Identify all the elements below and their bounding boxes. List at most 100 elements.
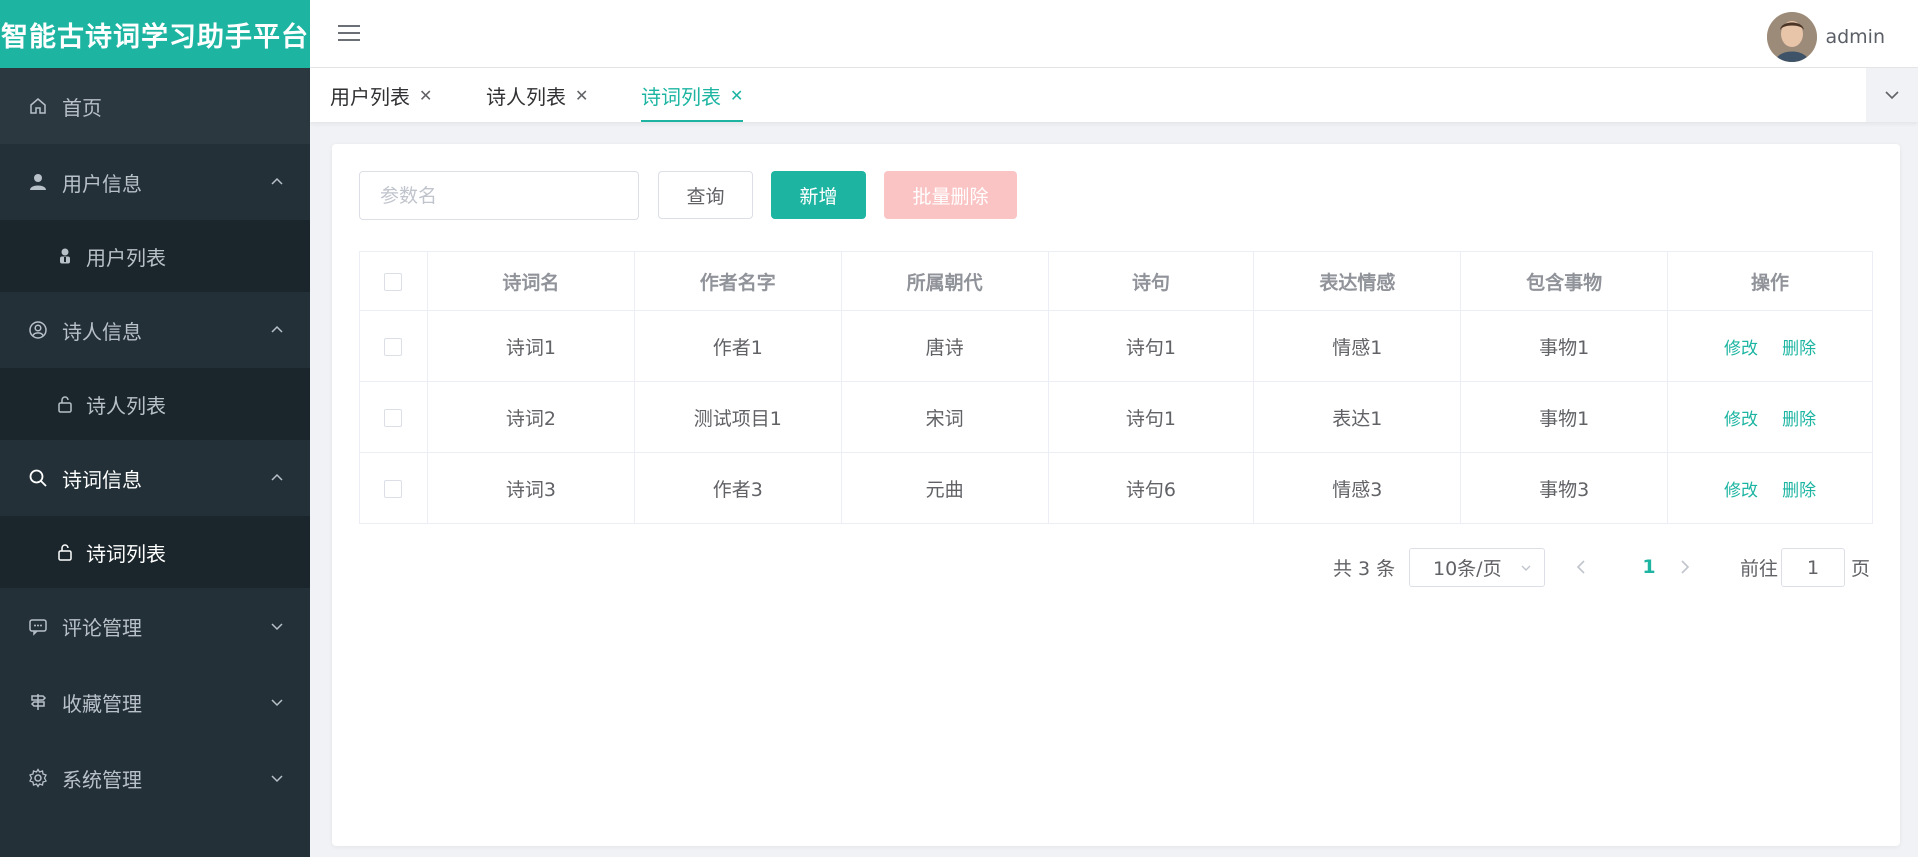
column-header: 包含事物	[1460, 251, 1669, 311]
edit-link[interactable]: 修改	[1724, 339, 1758, 359]
close-icon[interactable]: ✕	[730, 86, 743, 105]
cell-dynasty: 元曲	[840, 452, 1049, 524]
sidebar-group-favorites[interactable]: 收藏管理	[0, 664, 310, 740]
tabs-bar: 用户列表 ✕ 诗人列表 ✕ 诗词列表 ✕	[310, 68, 1918, 122]
sidebar-item-label: 首页	[62, 95, 102, 120]
row-checkbox[interactable]	[384, 479, 403, 498]
sidebar-group-poet[interactable]: 诗人信息	[0, 292, 310, 368]
sidebar-item-poet-list[interactable]: 诗人列表	[0, 368, 310, 440]
cell-poem-name: 诗词2	[426, 381, 635, 453]
cell-verse: 诗句1	[1047, 381, 1255, 453]
home-icon	[27, 95, 49, 117]
delete-link[interactable]: 删除	[1782, 481, 1816, 501]
row-checkbox[interactable]	[384, 408, 403, 427]
search-input[interactable]	[359, 171, 639, 220]
batch-delete-button[interactable]: 批量删除	[884, 171, 1017, 219]
column-header: 诗句	[1047, 251, 1255, 311]
cell-things: 事物3	[1460, 452, 1669, 524]
row-select-cell	[359, 452, 428, 524]
cell-actions: 修改 删除	[1667, 381, 1873, 453]
tab-poet-list[interactable]: 诗人列表 ✕	[486, 68, 588, 122]
cell-emotion: 情感1	[1253, 310, 1462, 382]
sidebar-item-user-list[interactable]: 用户列表	[0, 220, 310, 292]
cell-dynasty: 宋词	[840, 381, 1049, 453]
pagination-total: 共 3 条	[1333, 557, 1396, 580]
sidebar-item-label: 诗人列表	[86, 393, 166, 418]
sidebar-item-label: 收藏管理	[62, 691, 142, 716]
sidebar-item-label: 用户列表	[86, 245, 166, 270]
page-size-select[interactable]: 10条/页	[1409, 548, 1545, 587]
edit-link[interactable]: 修改	[1724, 410, 1758, 430]
cell-emotion: 情感3	[1253, 452, 1462, 524]
cell-dynasty: 唐诗	[840, 310, 1049, 382]
table-row: 诗词2 测试项目1 宋词 诗句1 表达1 事物1 修改 删除	[359, 381, 1873, 453]
sidebar-group-system[interactable]: 系统管理	[0, 740, 310, 816]
cell-things: 事物1	[1460, 381, 1669, 453]
add-button[interactable]: 新增	[771, 171, 866, 219]
poem-table: 诗词名 作者名字 所属朝代 诗句 表达情感 包含事物 操作 诗词1 作者1 唐诗…	[359, 251, 1873, 524]
column-header: 所属朝代	[840, 251, 1049, 311]
sidebar-group-poem[interactable]: 诗词信息	[0, 440, 310, 516]
app-logo-title: 智能古诗词学习助手平台	[0, 0, 310, 68]
column-header: 操作	[1667, 251, 1873, 311]
sidebar-submenu-poet: 诗人列表	[0, 368, 310, 440]
tab-label: 诗人列表	[486, 84, 566, 109]
sidebar-item-label: 诗词信息	[62, 467, 142, 492]
chevron-down-icon	[271, 699, 283, 707]
tab-user-list[interactable]: 用户列表 ✕	[330, 68, 432, 122]
chevron-down-icon	[271, 623, 283, 631]
table-header-row: 诗词名 作者名字 所属朝代 诗句 表达情感 包含事物 操作	[359, 251, 1873, 311]
tabs-more-button[interactable]	[1866, 68, 1918, 122]
cell-things: 事物1	[1460, 310, 1669, 382]
chevron-down-icon	[271, 775, 283, 783]
top-header: admin	[310, 0, 1918, 68]
gear-icon	[27, 767, 49, 789]
chevron-down-icon	[1521, 565, 1531, 571]
search-icon	[27, 467, 49, 489]
select-all-checkbox[interactable]	[384, 272, 403, 291]
select-all-cell	[359, 251, 428, 311]
table-row: 诗词3 作者3 元曲 诗句6 情感3 事物3 修改 删除	[359, 452, 1873, 524]
avatar	[1767, 12, 1818, 62]
cell-author: 作者1	[633, 310, 842, 382]
delete-link[interactable]: 删除	[1782, 339, 1816, 359]
hamburger-menu-icon[interactable]	[338, 24, 360, 42]
cell-emotion: 表达1	[1253, 381, 1462, 453]
signpost-icon	[27, 691, 49, 713]
next-page-icon[interactable]	[1677, 556, 1693, 578]
chevron-up-icon	[271, 177, 283, 185]
user-menu[interactable]: admin	[1767, 12, 1885, 62]
sidebar-submenu-poem: 诗词列表	[0, 516, 310, 588]
sidebar-item-label: 评论管理	[62, 615, 142, 640]
sidebar-item-label: 诗词列表	[86, 541, 166, 566]
row-checkbox[interactable]	[384, 337, 403, 356]
sidebar-item-home[interactable]: 首页	[0, 68, 310, 144]
row-select-cell	[359, 381, 428, 453]
delete-link[interactable]: 删除	[1782, 410, 1816, 430]
sidebar-item-label: 用户信息	[62, 171, 142, 196]
query-button[interactable]: 查询	[658, 171, 753, 219]
cell-author: 测试项目1	[633, 381, 842, 453]
goto-page-input[interactable]	[1781, 548, 1845, 587]
sidebar-item-poem-list[interactable]: 诗词列表	[0, 516, 310, 588]
page-number-current[interactable]: 1	[1631, 550, 1667, 584]
cell-actions: 修改 删除	[1667, 310, 1873, 382]
close-icon[interactable]: ✕	[419, 86, 432, 105]
comment-icon	[27, 615, 49, 637]
cell-actions: 修改 删除	[1667, 452, 1873, 524]
tab-poem-list[interactable]: 诗词列表 ✕	[641, 68, 744, 122]
edit-link[interactable]: 修改	[1724, 481, 1758, 501]
prev-page-icon[interactable]	[1573, 556, 1589, 578]
page-size-value: 10条/页	[1433, 558, 1502, 580]
column-header: 诗词名	[426, 251, 635, 311]
unlock-icon	[55, 394, 75, 414]
unlock-icon	[55, 542, 75, 562]
sidebar-submenu-user: 用户列表	[0, 220, 310, 292]
cell-poem-name: 诗词3	[426, 452, 635, 524]
close-icon[interactable]: ✕	[575, 86, 588, 105]
username: admin	[1825, 26, 1885, 48]
tab-label: 用户列表	[330, 84, 410, 109]
sidebar-group-comment[interactable]: 评论管理	[0, 588, 310, 664]
row-select-cell	[359, 310, 428, 382]
sidebar-group-user[interactable]: 用户信息	[0, 144, 310, 220]
